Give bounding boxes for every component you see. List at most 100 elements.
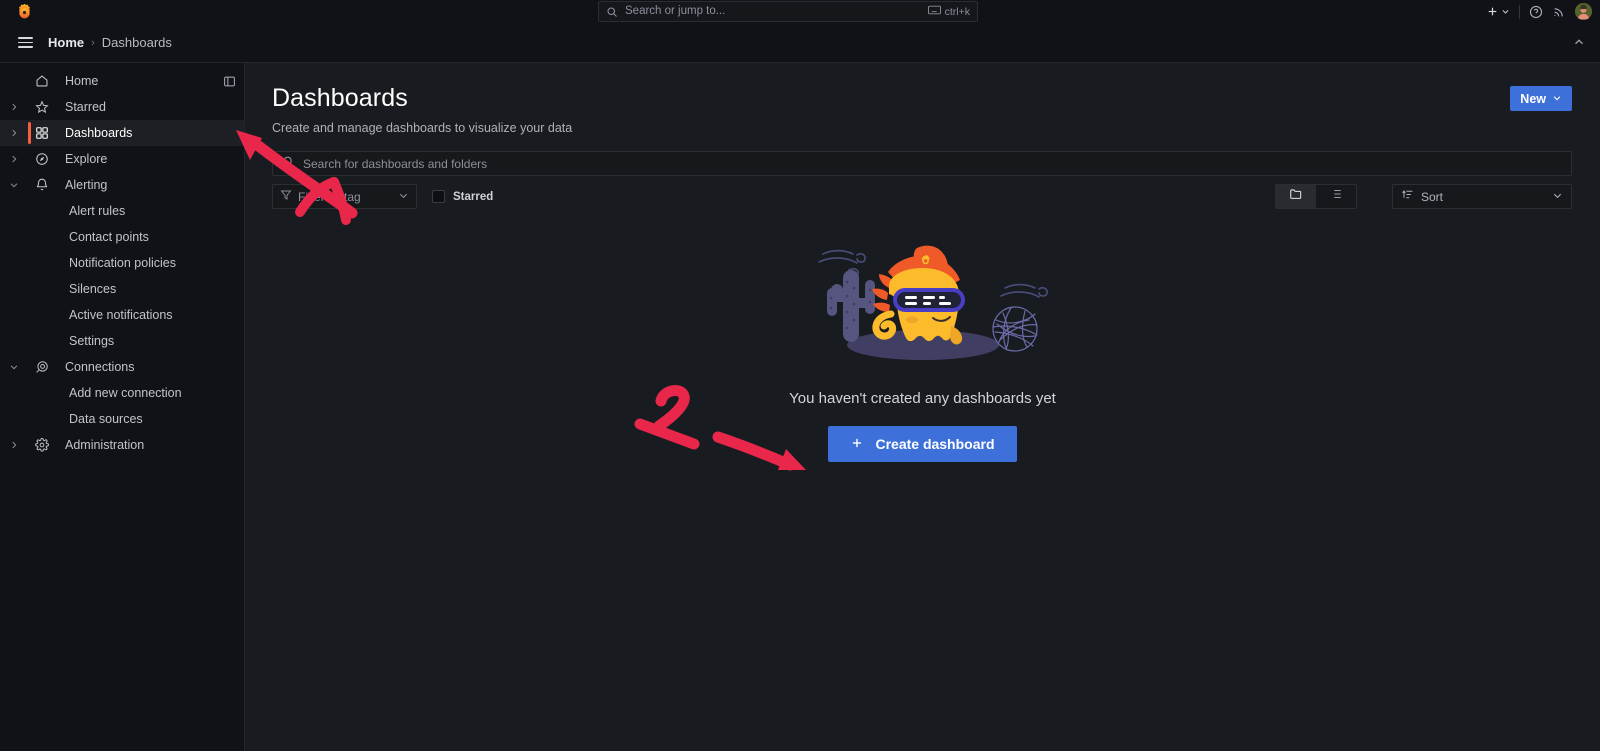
sidebar-item-label: Dashboards: [65, 126, 133, 140]
sort-dropdown[interactable]: Sort: [1392, 184, 1572, 209]
bell-icon: [28, 178, 56, 192]
search-shortcut-text: ctrl+k: [944, 5, 970, 18]
connections-icon: [28, 360, 56, 374]
search-icon: [606, 6, 618, 18]
main-content: Dashboards Create and manage dashboards …: [245, 63, 1600, 751]
sidebar-subitem-label: Active notifications: [69, 308, 173, 322]
page-title: Dashboards: [272, 84, 408, 112]
chevron-right-icon[interactable]: [0, 102, 28, 112]
keyboard-icon: [927, 5, 941, 18]
sidebar-item-label: Connections: [65, 360, 135, 374]
sidebar-subitem-contact-points[interactable]: Contact points: [0, 224, 244, 250]
sidebar-subitem-label: Silences: [69, 282, 117, 296]
sidebar-item-label: Alerting: [65, 178, 108, 192]
create-new-button[interactable]: [1486, 3, 1510, 21]
folder-icon: [1289, 187, 1303, 206]
tag-filter-label: Filter by tag: [298, 189, 361, 204]
new-button-label: New: [1520, 91, 1546, 106]
chevron-down-icon: [1552, 92, 1562, 106]
sidebar-item-label: Home: [65, 74, 99, 88]
list-view-button[interactable]: [1316, 185, 1356, 208]
sidebar-subitem-silences[interactable]: Silences: [0, 276, 244, 302]
chevron-right-icon[interactable]: [0, 440, 28, 450]
plus-icon: [850, 436, 864, 453]
chevron-down-icon: [1501, 3, 1510, 21]
sidebar-item-starred[interactable]: Starred: [0, 94, 244, 120]
breadcrumb-home[interactable]: Home: [48, 35, 84, 50]
page-header: Dashboards Create and manage dashboards …: [272, 84, 1572, 135]
help-circle-icon[interactable]: [1529, 5, 1543, 19]
create-dashboard-label: Create dashboard: [875, 436, 995, 452]
sidebar-item-alerting[interactable]: Alerting: [0, 172, 244, 198]
empty-state: You haven't created any dashboards yet C…: [245, 228, 1600, 462]
sidebar-subitem-alert-rules[interactable]: Alert rules: [0, 198, 244, 224]
chevron-right-icon[interactable]: [0, 128, 28, 138]
rss-news-icon[interactable]: [1552, 5, 1566, 19]
sidebar-subitem-label: Notification policies: [69, 256, 176, 270]
grafana-mascot-desert-illustration: [793, 228, 1053, 368]
sidebar-subitem-label: Contact points: [69, 230, 149, 244]
sidebar-subitem-label: Add new connection: [69, 386, 182, 400]
create-dashboard-button[interactable]: Create dashboard: [828, 426, 1017, 462]
star-icon: [28, 100, 56, 114]
starred-filter-label: Starred: [453, 190, 494, 203]
global-search-bar[interactable]: Search or jump to... ctrl+k: [598, 1, 978, 22]
sidebar-subitem-active-notifications[interactable]: Active notifications: [0, 302, 244, 328]
dashboards-grid-icon: [28, 126, 56, 140]
gear-icon: [28, 438, 56, 452]
sidebar-subitem-label: Data sources: [69, 412, 143, 426]
sidebar-item-home[interactable]: Home: [0, 68, 244, 94]
folder-view-button[interactable]: [1276, 185, 1316, 208]
sidebar-item-label: Administration: [65, 438, 145, 452]
breadcrumb-dashboards[interactable]: Dashboards: [102, 35, 172, 50]
sidebar-item-dashboards[interactable]: Dashboards: [0, 120, 244, 146]
grafana-logo-icon[interactable]: [0, 0, 44, 23]
chevron-down-icon[interactable]: [0, 362, 28, 372]
sidebar-item-connections[interactable]: Connections: [0, 354, 244, 380]
search-input[interactable]: [303, 156, 1562, 171]
checkbox-box[interactable]: [432, 190, 445, 203]
dashboard-search-box[interactable]: [272, 151, 1572, 176]
empty-state-message: You haven't created any dashboards yet: [789, 390, 1056, 407]
global-search-placeholder: Search or jump to...: [625, 5, 726, 17]
dock-panel-icon[interactable]: [223, 75, 236, 88]
sidebar-subitem-label: Alert rules: [69, 204, 126, 218]
sidebar-navigation: Home Starred Dashboards Explore Alerting…: [0, 63, 245, 751]
page-subtitle: Create and manage dashboards to visualiz…: [272, 121, 573, 135]
search-shortcut-hint: ctrl+k: [927, 5, 970, 18]
sidebar-subitem-label: Settings: [69, 334, 115, 348]
sidebar-subitem-settings[interactable]: Settings: [0, 328, 244, 354]
active-accent-bar: [28, 122, 31, 144]
sidebar-item-explore[interactable]: Explore: [0, 146, 244, 172]
breadcrumb: Home › Dashboards: [48, 35, 172, 50]
view-mode-toggle: [1275, 184, 1357, 209]
sidebar-subitem-data-sources[interactable]: Data sources: [0, 406, 244, 432]
grafana-app-window: Search or jump to... ctrl+k Home › Dashb…: [0, 0, 1600, 751]
breadcrumb-separator: ›: [91, 36, 95, 49]
top-bar-actions: [1486, 0, 1592, 23]
compass-icon: [28, 152, 56, 166]
home-icon: [28, 74, 56, 88]
starred-filter-checkbox[interactable]: Starred: [432, 184, 493, 209]
user-avatar[interactable]: [1575, 3, 1592, 20]
chevron-right-icon[interactable]: [0, 154, 28, 164]
tag-filter-dropdown[interactable]: Filter by tag: [272, 184, 417, 209]
chevron-down-icon: [1552, 188, 1563, 206]
top-bar: Search or jump to... ctrl+k: [0, 0, 1600, 23]
filter-toolbar: Filter by tag Starred Sort: [272, 184, 1572, 209]
sort-ascending-icon: [1401, 188, 1414, 206]
sort-label: Sort: [1421, 189, 1444, 204]
sidebar-item-administration[interactable]: Administration: [0, 432, 244, 458]
new-button[interactable]: New: [1510, 86, 1572, 111]
chevron-down-icon: [398, 188, 409, 206]
sidebar-subitem-add-new-connection[interactable]: Add new connection: [0, 380, 244, 406]
search-icon: [282, 155, 295, 173]
tag-filter-icon: [280, 188, 292, 206]
breadcrumb-bar: Home › Dashboards: [0, 23, 1600, 63]
toolbar-divider: [1519, 4, 1520, 19]
chevron-down-icon[interactable]: [0, 180, 28, 190]
list-icon: [1329, 187, 1343, 206]
sidebar-subitem-notification-policies[interactable]: Notification policies: [0, 250, 244, 276]
chevron-up-icon[interactable]: [1572, 35, 1586, 54]
hamburger-menu-icon[interactable]: [12, 30, 38, 56]
